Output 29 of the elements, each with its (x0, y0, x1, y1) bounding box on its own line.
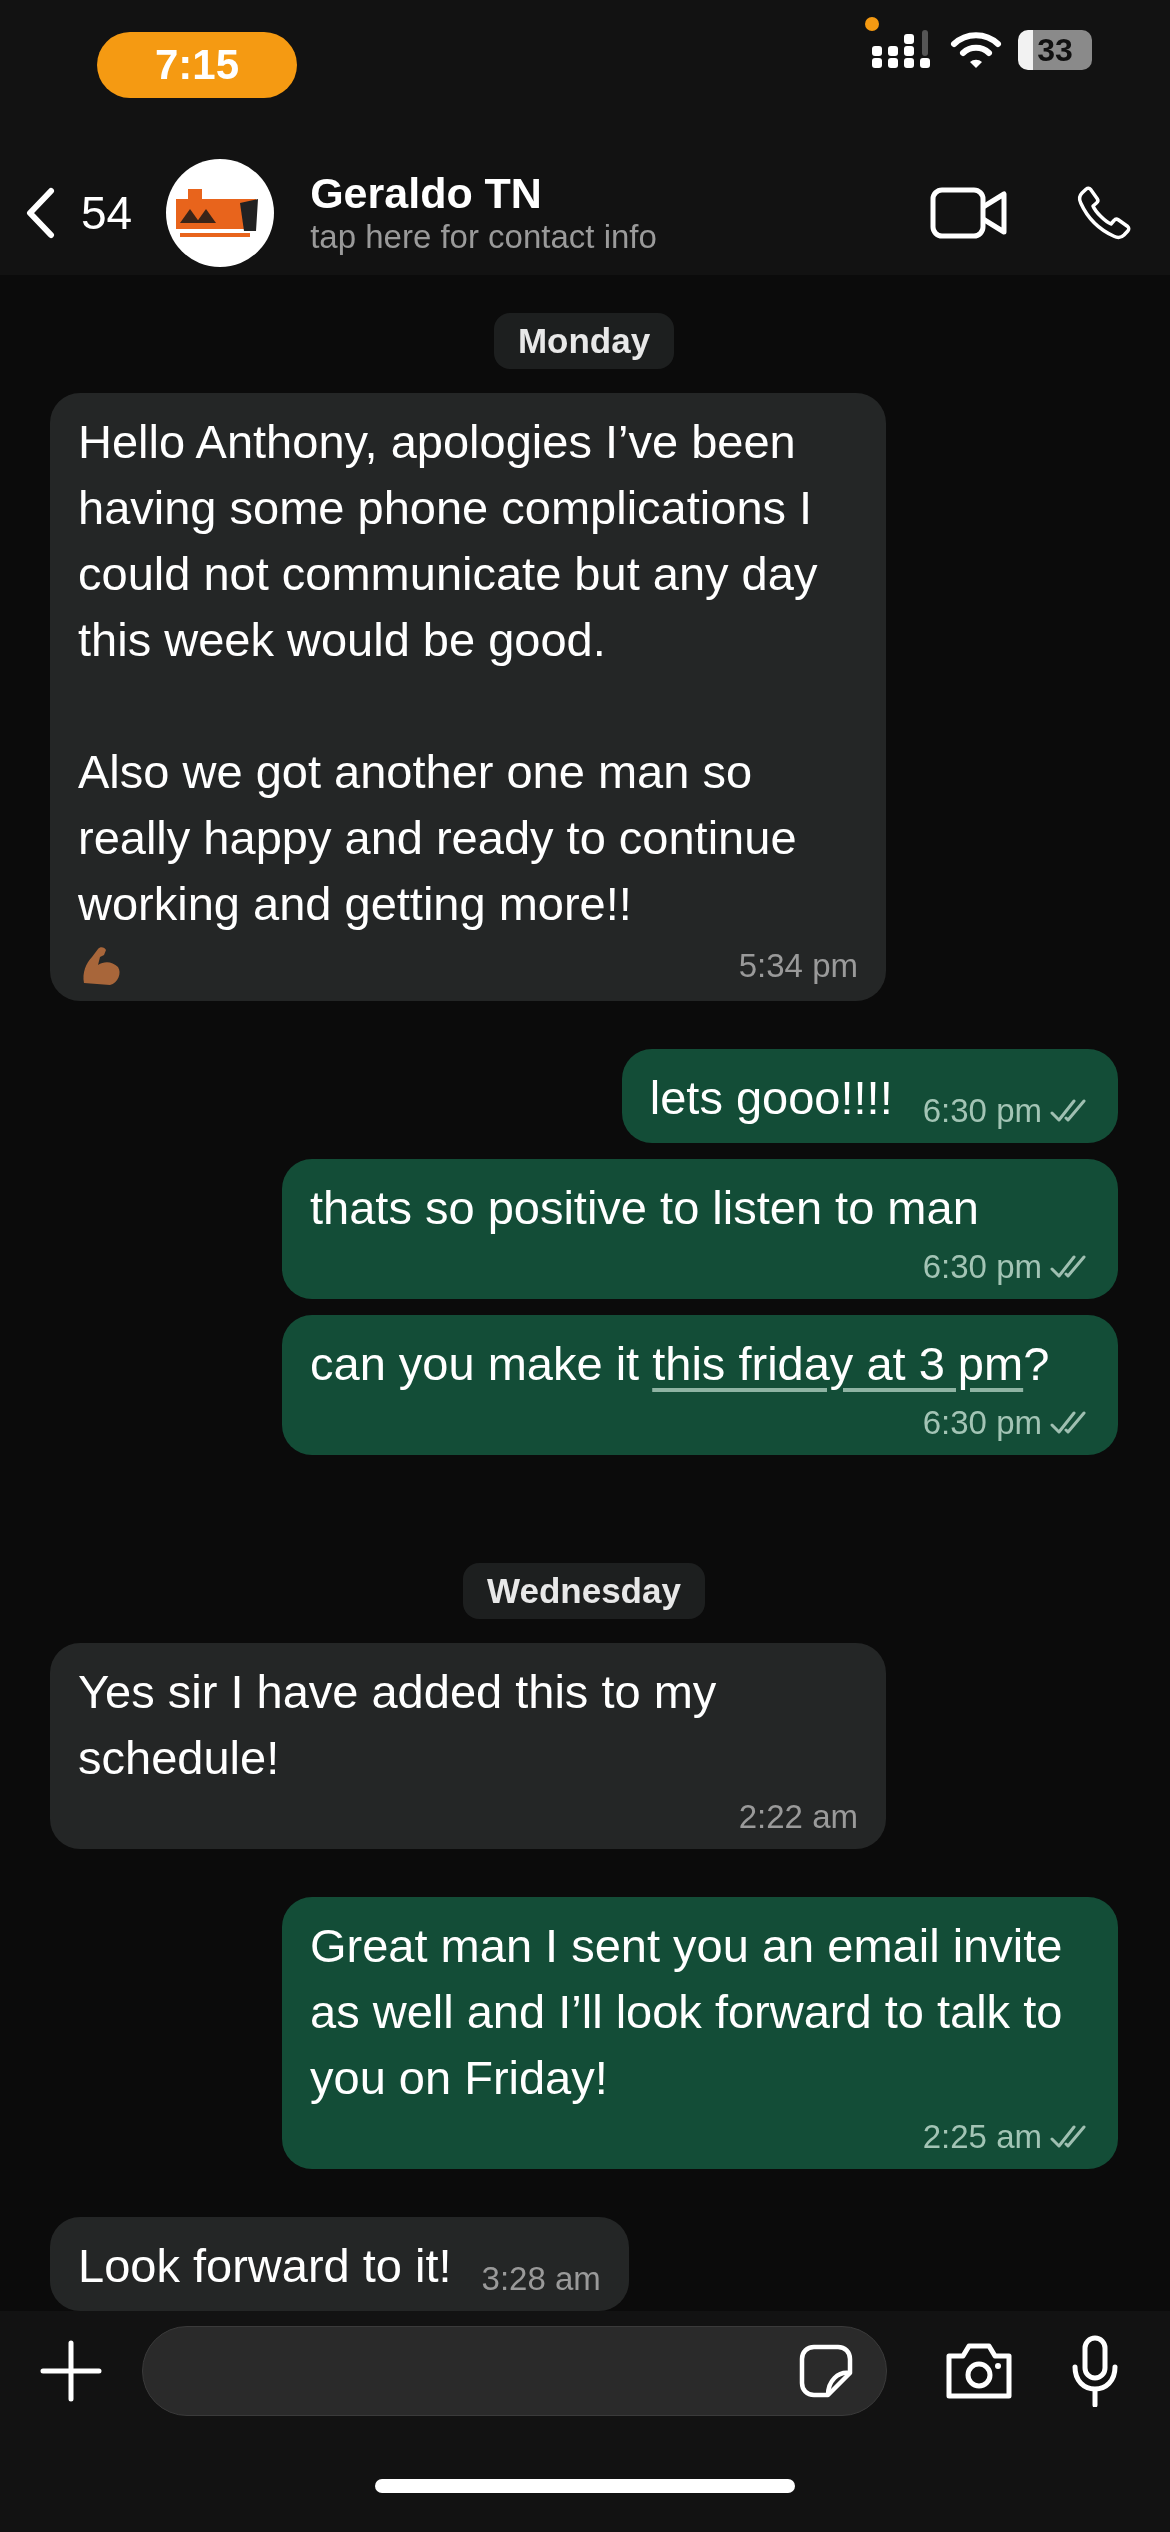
message-time: 5:34 pm (738, 946, 858, 986)
message-text: Hello Anthony, apologies I’ve been having some phone complications I could not communicate but any day this week would be good. Also we got another one man so really happy and ready to continue working and getting more!! (78, 414, 819, 932)
message-time: 3:28 am (481, 2259, 601, 2299)
sticker-icon[interactable] (798, 2343, 854, 2399)
message-text: thats so positive to listen to man (310, 1180, 980, 1236)
wifi-icon (950, 30, 1002, 70)
back-chevron-icon[interactable] (25, 186, 55, 239)
message-time: 6:30 pm (922, 1247, 1042, 1287)
contact-name[interactable]: Geraldo TN (310, 168, 930, 219)
message-time: 6:30 pm (922, 1403, 1042, 1443)
message-text: can you make it this friday at 3 pm? (310, 1336, 1051, 1392)
contact-subtitle[interactable]: tap here for contact info (310, 218, 930, 257)
message-time: 2:22 am (738, 1797, 858, 1837)
camera-indicator-icon (864, 16, 880, 32)
date-link[interactable]: this friday at 3 pm (652, 1337, 1024, 1390)
status-time: 7:15 (97, 32, 297, 98)
battery-level: 33 (1037, 31, 1073, 69)
message-text: Yes sir I have added this to my schedule! (78, 1664, 718, 1786)
microphone-icon[interactable] (1071, 2335, 1119, 2407)
video-call-icon[interactable] (930, 186, 1008, 239)
message-text: Great man I sent you an email invite as well and I’ll look forward to talk to you on Friday! (310, 1918, 1064, 2106)
message-time: 6:30 pm (922, 1091, 1042, 1131)
back-button[interactable]: 54 (25, 185, 133, 240)
message-text: Look forward to it! (78, 2238, 452, 2294)
message-text: lets gooo!!!! (649, 1070, 893, 1126)
plus-icon[interactable] (40, 2340, 102, 2402)
date-chip: Monday (493, 313, 675, 369)
date-chip: Wednesday (463, 1563, 705, 1619)
message-time: 2:25 am (922, 2117, 1042, 2157)
